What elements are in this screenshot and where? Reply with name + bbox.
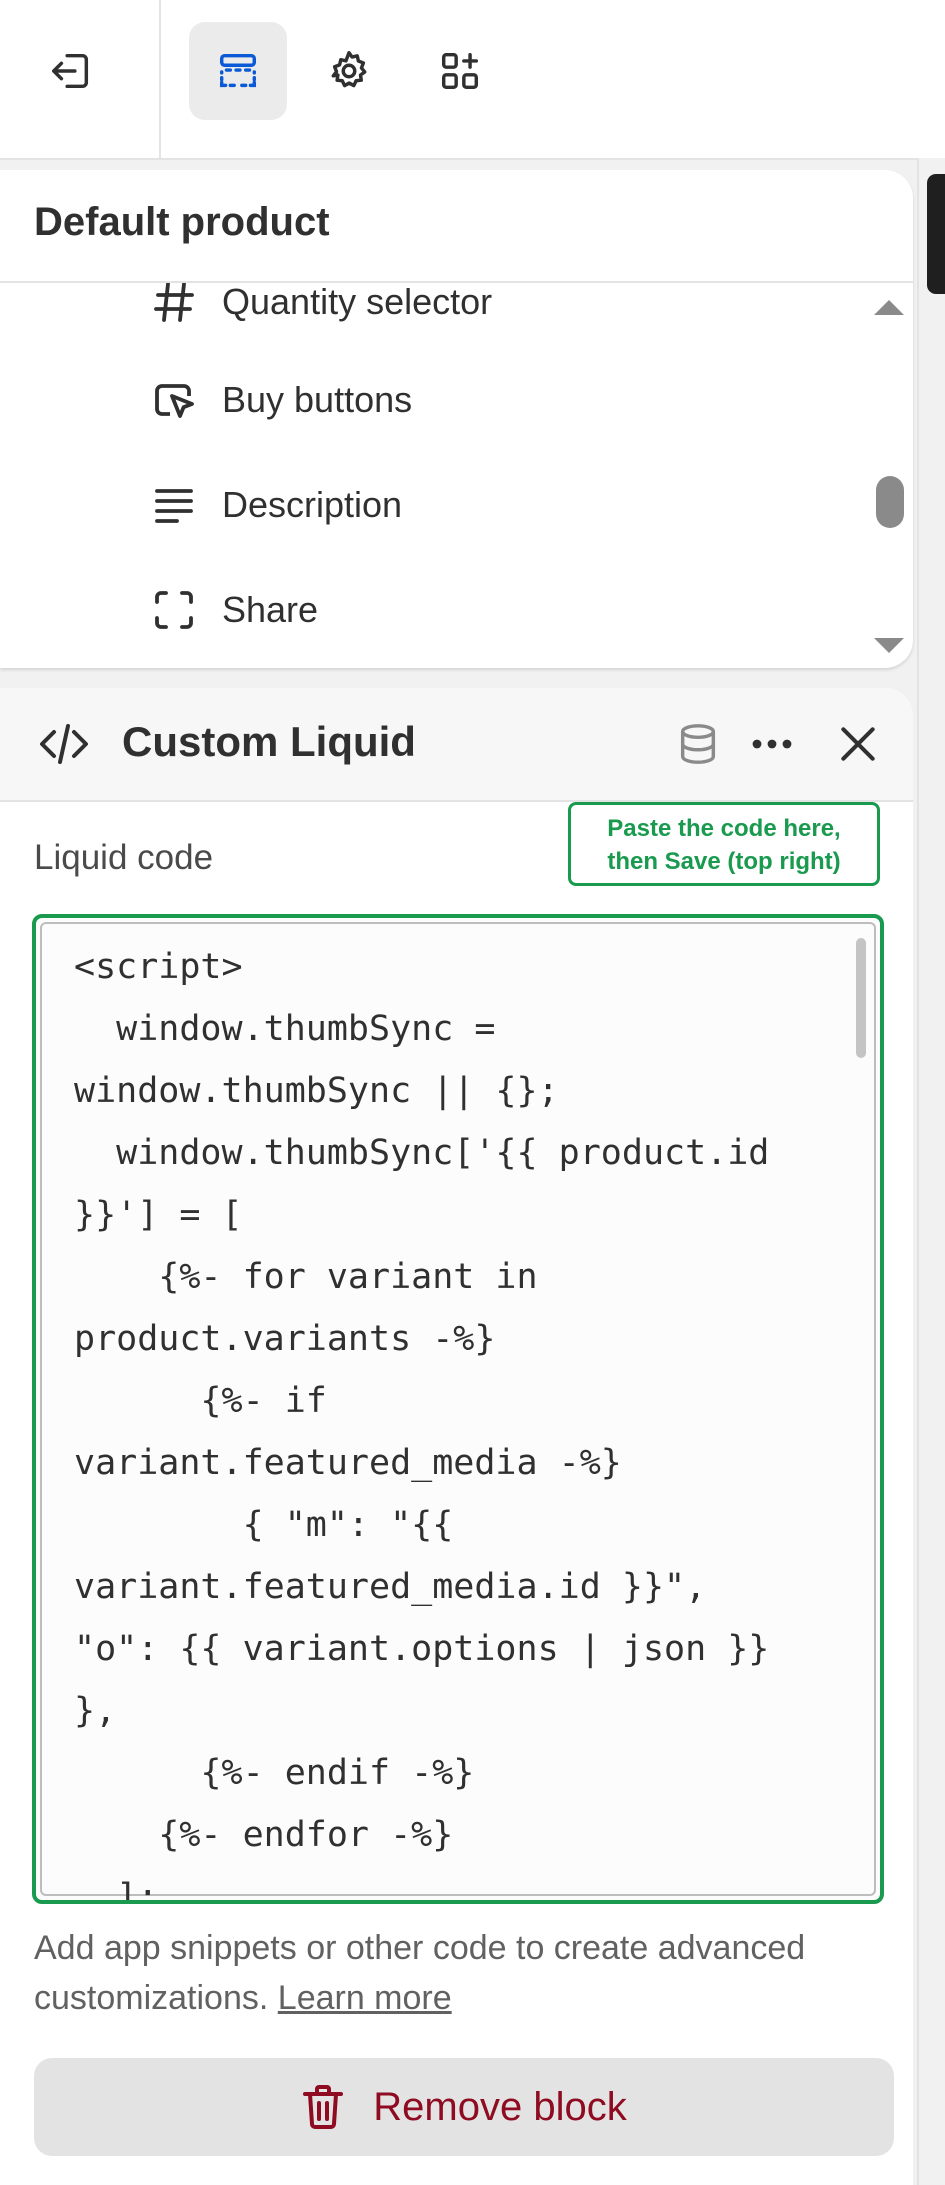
block-item-description[interactable]: Description [150,470,402,540]
panel-header: Custom Liquid [0,688,913,802]
more-options-button[interactable] [746,718,798,770]
liquid-code-textarea[interactable]: <script> window.thumbSync = window.thumb… [74,936,854,1900]
block-item-label: Buy buttons [222,379,413,420]
gutter-line [917,158,919,2185]
block-list: Quantity selector Buy buttons Descriptio… [0,283,913,668]
block-item-share[interactable]: Share [150,575,318,645]
default-product-panel: Default product Quantity selector Buy bu… [0,170,913,668]
block-item-quantity-selector[interactable]: Quantity selector [150,283,492,337]
block-item-label: Share [222,589,319,630]
text-lines-icon [155,489,193,523]
dynamic-source-button[interactable] [672,718,724,770]
top-toolbar [0,0,945,160]
panel-title: Default product [34,200,330,244]
toolbar-divider [159,0,161,158]
trash-icon [303,2085,344,2129]
block-item-label: Description [222,484,403,525]
sections-icon [219,53,257,88]
remove-block-label: Remove block [373,2084,627,2129]
block-item-buy-buttons[interactable]: Buy buttons [150,365,412,435]
gear-icon [331,51,367,88]
panel-title: Custom Liquid [122,718,416,765]
close-icon [841,727,875,761]
liquid-code-label: Liquid code [34,838,214,877]
sections-button[interactable] [189,22,287,120]
more-horizontal-icon [752,739,792,749]
exit-button[interactable] [22,22,120,120]
list-scroll-up[interactable] [874,300,904,315]
help-text: Add app snippets or other code to create… [34,1923,904,2023]
hash-icon [154,283,194,322]
preview-scroll-thumb[interactable] [927,174,945,294]
apps-button[interactable] [411,22,509,120]
exit-icon [52,53,89,89]
database-icon [680,724,716,764]
list-scroll-thumb[interactable] [876,476,904,528]
paste-hint-annotation: Paste the code here, then Save (top righ… [568,802,880,886]
code-scroll-thumb[interactable] [856,938,866,1058]
block-item-label: Quantity selector [222,283,493,322]
custom-liquid-panel: Custom Liquid Liquid code Paste the code… [0,688,913,2185]
apps-add-icon [441,52,479,90]
settings-button[interactable] [300,22,398,120]
share-frame-icon [155,591,193,629]
close-button[interactable] [832,718,884,770]
preview-gutter [917,158,945,2185]
list-scroll-down[interactable] [874,638,904,653]
code-icon [40,724,88,764]
liquid-code-editor[interactable]: <script> window.thumbSync = window.thumb… [32,914,884,1904]
learn-more-link[interactable]: Learn more [278,1979,452,2017]
remove-block-button[interactable]: Remove block [34,2058,894,2156]
cursor-click-icon [155,384,194,418]
